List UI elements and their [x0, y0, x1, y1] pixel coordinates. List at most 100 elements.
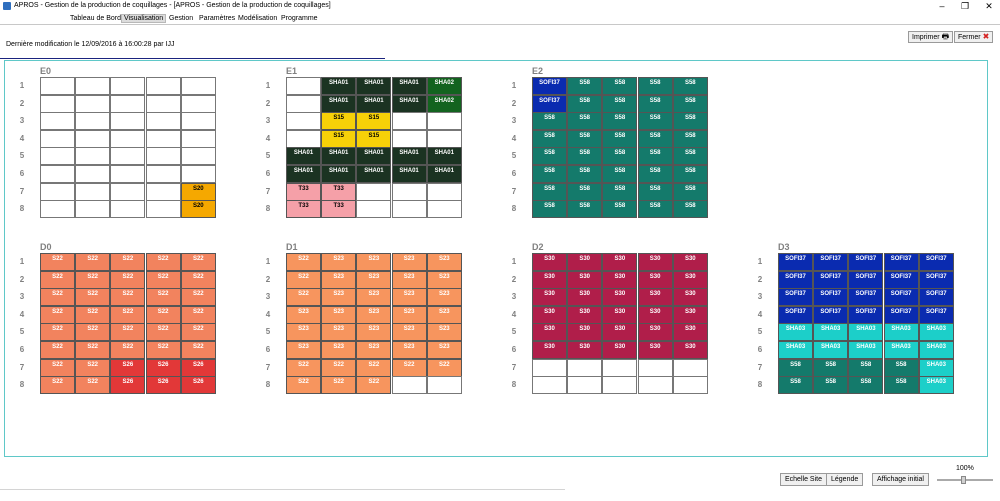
grid-cell[interactable]: SHA03: [883, 323, 919, 342]
grid-cell[interactable]: S22: [110, 341, 146, 359]
grid-cell[interactable]: T33: [321, 182, 357, 201]
grid-cell[interactable]: S23: [391, 253, 427, 271]
grid-cell[interactable]: S58: [532, 112, 567, 131]
grid-cell[interactable]: S23: [321, 323, 357, 342]
zoom-slider-handle[interactable]: [961, 476, 966, 484]
grid-cell[interactable]: SOFI37: [848, 253, 884, 271]
grid-cell[interactable]: S26: [180, 376, 216, 395]
grid-cell[interactable]: SHA03: [778, 341, 813, 359]
grid-cell[interactable]: S58: [637, 129, 673, 148]
menu-modelisation[interactable]: Modélisation: [238, 15, 277, 22]
grid-cell[interactable]: SHA03: [848, 341, 884, 359]
grid-cell[interactable]: S58: [672, 165, 708, 183]
grid-cell[interactable]: S26: [145, 376, 181, 395]
grid-cell[interactable]: S23: [356, 270, 392, 289]
affichage-initial-button[interactable]: Affichage initial: [872, 473, 929, 486]
grid-cell[interactable]: S58: [602, 182, 638, 201]
grid-cell[interactable]: T33: [286, 200, 321, 219]
grid-cell[interactable]: S58: [672, 77, 708, 95]
grid-cell[interactable]: SHA01: [356, 165, 392, 183]
grid-cell[interactable]: S15: [321, 129, 357, 148]
grid-cell[interactable]: SHA03: [918, 358, 954, 377]
grid-cell[interactable]: S58: [672, 94, 708, 113]
grid-cell[interactable]: S30: [637, 323, 673, 342]
grid-cell[interactable]: [672, 376, 708, 395]
menu-parametres[interactable]: Paramètres: [199, 15, 235, 22]
grid-cell[interactable]: S30: [637, 305, 673, 324]
grid-cell[interactable]: SHA03: [883, 341, 919, 359]
grid-cell[interactable]: [426, 129, 462, 148]
grid-cell[interactable]: [75, 94, 111, 113]
grid-cell[interactable]: S30: [672, 341, 708, 359]
grid-cell[interactable]: [40, 77, 75, 95]
grid-cell[interactable]: S22: [110, 253, 146, 271]
grid-cell[interactable]: S23: [286, 305, 321, 324]
grid-cell[interactable]: SOFI37: [813, 253, 849, 271]
grid-cell[interactable]: S58: [672, 182, 708, 201]
grid-cell[interactable]: S30: [532, 253, 567, 271]
grid-cell[interactable]: SHA01: [321, 165, 357, 183]
grid-cell[interactable]: S58: [637, 77, 673, 95]
grid-cell[interactable]: [286, 94, 321, 113]
grid-cell[interactable]: SHA01: [286, 147, 321, 166]
grid-cell[interactable]: S30: [672, 305, 708, 324]
grid-cell[interactable]: S22: [75, 270, 111, 289]
grid-cell[interactable]: [180, 112, 216, 131]
grid-cell[interactable]: S58: [813, 358, 849, 377]
grid-cell[interactable]: S30: [602, 305, 638, 324]
grid-cell[interactable]: S22: [40, 376, 75, 395]
grid-cell[interactable]: SHA03: [918, 376, 954, 395]
grid-cell[interactable]: [180, 129, 216, 148]
grid-cell[interactable]: [75, 165, 111, 183]
grid-cell[interactable]: S30: [567, 305, 603, 324]
grid-cell[interactable]: [40, 112, 75, 131]
grid-cell[interactable]: S23: [356, 288, 392, 307]
grid-cell[interactable]: S58: [883, 358, 919, 377]
grid-cell[interactable]: [637, 376, 673, 395]
close-window-button[interactable]: ✕: [982, 0, 996, 12]
grid-cell[interactable]: SHA01: [391, 77, 427, 95]
grid-cell[interactable]: SHA03: [918, 341, 954, 359]
grid-cell[interactable]: S58: [848, 376, 884, 395]
grid-cell[interactable]: S23: [426, 270, 462, 289]
grid-cell[interactable]: S23: [286, 323, 321, 342]
grid-cell[interactable]: [426, 182, 462, 201]
grid-cell[interactable]: S22: [40, 323, 75, 342]
grid-cell[interactable]: S58: [532, 200, 567, 219]
grid-cell[interactable]: S58: [637, 94, 673, 113]
grid-cell[interactable]: S58: [602, 112, 638, 131]
grid-cell[interactable]: S23: [426, 288, 462, 307]
grid-cell[interactable]: SOFI37: [883, 270, 919, 289]
grid-cell[interactable]: [40, 147, 75, 166]
grid-cell[interactable]: S23: [391, 288, 427, 307]
grid-cell[interactable]: S58: [567, 94, 603, 113]
grid-cell[interactable]: S58: [778, 376, 813, 395]
grid-cell[interactable]: S22: [40, 341, 75, 359]
grid-cell[interactable]: S15: [356, 112, 392, 131]
grid-cell[interactable]: S58: [637, 112, 673, 131]
grid-cell[interactable]: SHA01: [321, 147, 357, 166]
grid-cell[interactable]: S23: [426, 341, 462, 359]
grid-cell[interactable]: SOFI37: [813, 305, 849, 324]
grid-cell[interactable]: S30: [672, 253, 708, 271]
grid-cell[interactable]: SHA01: [321, 94, 357, 113]
grid-cell[interactable]: S22: [145, 253, 181, 271]
grid-cell[interactable]: S58: [637, 147, 673, 166]
grid-cell[interactable]: S23: [321, 341, 357, 359]
grid-cell[interactable]: S22: [286, 358, 321, 377]
grid-cell[interactable]: SHA02: [426, 94, 462, 113]
grid-cell[interactable]: [391, 200, 427, 219]
grid-cell[interactable]: SOFI37: [778, 305, 813, 324]
grid-cell[interactable]: S30: [602, 270, 638, 289]
grid-cell[interactable]: [426, 112, 462, 131]
grid-cell[interactable]: [145, 77, 181, 95]
grid-cell[interactable]: [110, 165, 146, 183]
grid-cell[interactable]: [637, 358, 673, 377]
grid-cell[interactable]: SHA03: [918, 323, 954, 342]
grid-cell[interactable]: S58: [637, 200, 673, 219]
grid-cell[interactable]: S22: [180, 305, 216, 324]
grid-cell[interactable]: S30: [532, 341, 567, 359]
grid-cell[interactable]: S22: [40, 358, 75, 377]
grid-cell[interactable]: S15: [321, 112, 357, 131]
grid-cell[interactable]: [180, 147, 216, 166]
